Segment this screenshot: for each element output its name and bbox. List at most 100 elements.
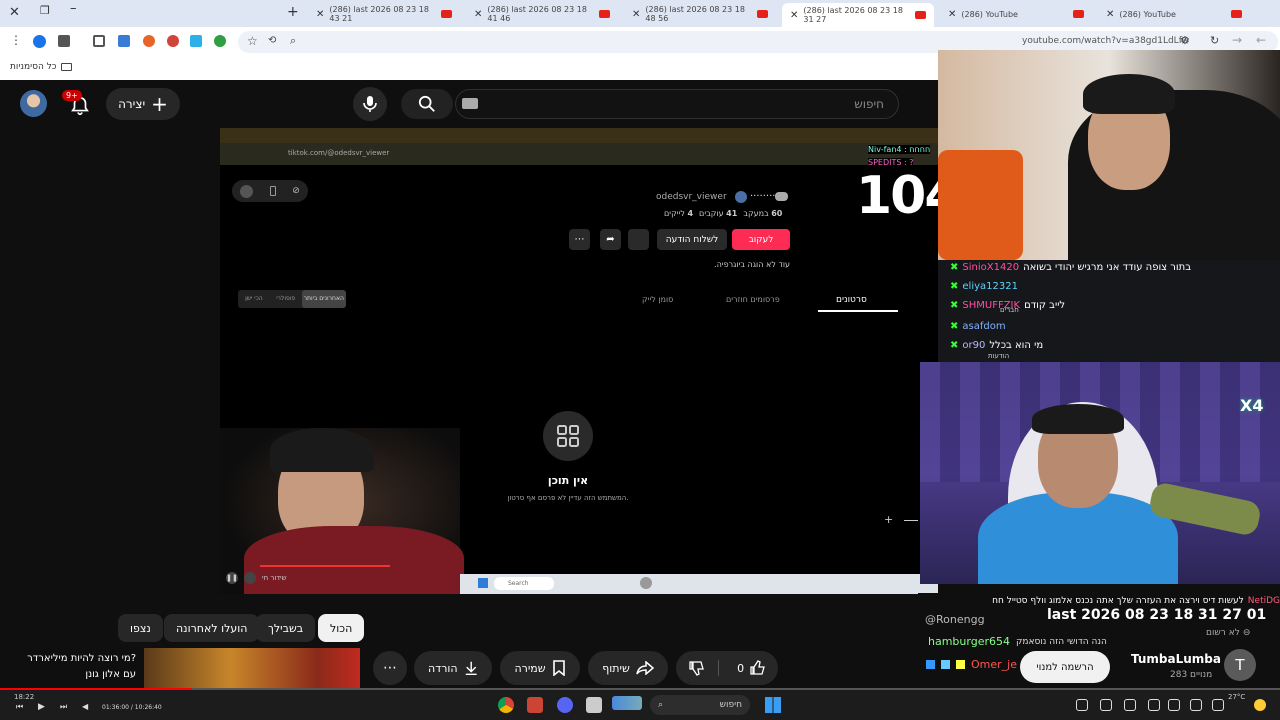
tab-liked[interactable]: סומן לייק <box>642 295 673 304</box>
follow-button[interactable]: לעקוב <box>732 229 790 250</box>
download-button[interactable]: הורדה <box>414 651 492 685</box>
browser-tab[interactable]: ✕ (286) YouTube <box>940 4 1092 24</box>
minimize-window-icon[interactable]: – <box>70 1 77 16</box>
back-icon[interactable]: ← <box>1256 33 1266 47</box>
zoom-icon[interactable]: ⌕ <box>290 34 296 48</box>
tiktok-controls: ⊘ <box>232 180 308 202</box>
sort-popular[interactable]: פופולרי <box>270 290 302 308</box>
extension-icon[interactable] <box>167 35 179 47</box>
next-icon[interactable]: ⏭ <box>60 702 67 712</box>
tab-reposts[interactable]: פרסומים חוזרים <box>726 295 780 304</box>
more-icon[interactable]: ⋯ <box>569 229 590 250</box>
explorer-icon[interactable] <box>586 697 602 713</box>
browser-tab[interactable]: ✕ (286) last 2026 08 23 18 48 56 <box>624 4 776 24</box>
share-button[interactable]: שיתוף <box>588 651 668 685</box>
extension-icon[interactable] <box>190 35 202 47</box>
discord-icon[interactable] <box>557 697 573 713</box>
youtube-icon <box>1073 10 1084 18</box>
search-button[interactable] <box>401 89 453 119</box>
filter-recently-uploaded[interactable]: הועלו לאחרונה <box>164 614 260 642</box>
channel-name[interactable]: TumbaLumba <box>1131 652 1221 666</box>
filter-all[interactable]: הכול <box>318 614 365 642</box>
extension-icon[interactable] <box>58 35 70 47</box>
settings-icon[interactable]: ⊘ <box>292 186 300 196</box>
tray-icon[interactable] <box>1254 699 1266 711</box>
browser-tab[interactable]: ✕ (286) last 2026 08 23 18 43 21 <box>308 4 460 24</box>
filter-watched[interactable]: נצפו <box>118 614 163 642</box>
close-window-icon[interactable]: ✕ <box>9 5 20 20</box>
channel-avatar[interactable]: T <box>1224 649 1256 681</box>
subscribe-button[interactable]: הרשמה למנוי <box>1020 651 1110 683</box>
browser-tab[interactable]: ✕ (286) last 2026 08 23 18 41 46 <box>466 4 618 24</box>
youtube-icon <box>915 11 926 19</box>
tray-icon[interactable] <box>1168 699 1180 711</box>
restore-window-icon[interactable]: ❐ <box>40 4 50 17</box>
tray-icon[interactable] <box>1076 699 1088 711</box>
previous-icon[interactable]: ⏮ <box>16 702 23 712</box>
app-icon[interactable] <box>527 697 543 713</box>
following-label: במעקב <box>743 209 769 218</box>
create-button[interactable]: יצירה + <box>106 88 180 120</box>
thumbs-down-icon <box>689 661 705 676</box>
windows-start-icon[interactable] <box>765 697 781 713</box>
temperature: 27°C <box>1228 693 1246 701</box>
sort-latest[interactable]: האחרונים ביותר <box>301 290 346 308</box>
filter-for-you[interactable]: בשבילך <box>256 614 316 642</box>
translate-icon[interactable]: ⟲ <box>268 35 276 46</box>
tray-icon[interactable] <box>1190 699 1202 711</box>
keyboard-icon[interactable] <box>462 98 478 109</box>
notifications-button[interactable]: 9+ <box>62 90 92 118</box>
badge-icon <box>941 660 950 669</box>
tab-title: (286) last 2026 08 23 18 31 27 <box>803 6 903 24</box>
phone-icon[interactable] <box>269 186 276 196</box>
tray-icon[interactable] <box>1100 699 1112 711</box>
volume-icon[interactable]: ◀ <box>82 702 88 711</box>
bookmark-icon <box>552 660 565 676</box>
browser-tab-active[interactable]: ✕ (286) last 2026 08 23 18 31 27 <box>782 3 934 27</box>
taskbar-search[interactable]: ⌕ חיפוש <box>650 695 750 715</box>
tray-icon[interactable] <box>1124 699 1136 711</box>
video-player[interactable]: tiktok.com/@odedsvr_viewer 104 ⊘ odedsvr… <box>220 128 938 594</box>
pause-icon[interactable]: ❚❚ <box>226 572 238 584</box>
play-icon[interactable]: ▶ <box>38 702 45 712</box>
share-icon[interactable]: ➦ <box>600 229 621 250</box>
dislike-button[interactable] <box>676 660 720 676</box>
recommended-video[interactable]: מי רוצה להיות מיליארדר? עם אלון גונן <box>0 648 362 688</box>
avatar[interactable] <box>240 184 254 198</box>
extension-icon[interactable] <box>118 35 130 47</box>
extension-icon[interactable] <box>214 35 226 47</box>
sort-oldest[interactable]: הכי ישן <box>238 290 270 308</box>
reload-icon[interactable]: ↻ <box>1210 34 1219 47</box>
menu-dots-icon[interactable]: ⋮ <box>10 33 22 47</box>
volume-icon[interactable] <box>244 572 256 584</box>
avatar[interactable] <box>20 90 47 117</box>
tune-icon[interactable]: ⚙ <box>1180 34 1190 47</box>
bookmark-star-icon[interactable]: ☆ <box>247 34 258 48</box>
zoom-in-icon[interactable]: + <box>884 513 893 526</box>
forward-icon[interactable]: → <box>1232 33 1242 47</box>
more-actions-button[interactable]: ⋯ <box>373 651 407 685</box>
clock: 18:22 <box>14 693 35 701</box>
like-button[interactable]: 0 <box>725 660 778 676</box>
recommended-thumbnail <box>144 648 360 688</box>
sort-toggle: הכי ישן פופולרי האחרונים ביותר <box>238 290 346 308</box>
search-input[interactable]: חיפוש <box>455 89 899 119</box>
tab-videos[interactable]: סרטונים <box>836 295 867 305</box>
all-bookmarks[interactable]: כל הסימניות <box>10 62 72 72</box>
add-friend-icon[interactable] <box>628 229 649 250</box>
zoom-out-icon[interactable] <box>904 520 918 521</box>
extension-icon[interactable] <box>93 35 105 47</box>
extension-icon[interactable] <box>143 35 155 47</box>
chrome-icon[interactable] <box>498 697 514 713</box>
weather-widget[interactable] <box>612 696 642 710</box>
extension-icon[interactable] <box>33 35 46 48</box>
tray-icon[interactable] <box>1212 699 1224 711</box>
browser-tab[interactable]: ✕ (286) YouTube <box>1098 4 1250 24</box>
voice-search-button[interactable] <box>353 87 387 121</box>
save-button[interactable]: שמירה <box>500 651 580 685</box>
tray-icon[interactable] <box>1148 699 1160 711</box>
link-icon: ⊖ <box>1242 628 1251 638</box>
filter-label: בשבילך <box>268 621 304 635</box>
message-button[interactable]: לשלוח הודעה <box>657 229 727 250</box>
new-tab-icon[interactable]: + <box>287 4 299 20</box>
